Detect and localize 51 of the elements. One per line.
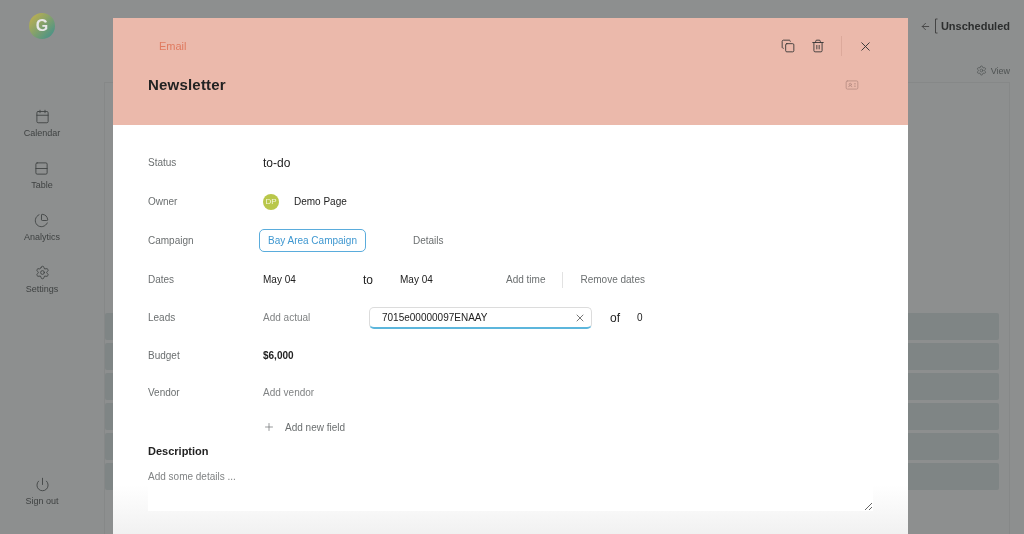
nav-label: Sign out	[25, 496, 59, 506]
description-heading: Description	[148, 445, 210, 457]
actual-leads-placeholder[interactable]: Add actual	[263, 312, 369, 323]
total-leads: 0	[637, 312, 643, 323]
field-label: Owner	[148, 196, 179, 207]
back-arrow-icon[interactable]	[919, 20, 931, 32]
nav-label: Calendar	[23, 128, 61, 138]
nav-label: Settings	[25, 284, 59, 294]
field-label: Leads	[148, 312, 177, 323]
field-label: Vendor	[148, 387, 181, 398]
bracket-icon	[933, 18, 938, 34]
table-icon	[34, 161, 50, 176]
unscheduled-title[interactable]: Unscheduled	[940, 20, 1010, 32]
of-text: of	[610, 310, 620, 325]
field-label: Status	[148, 157, 178, 168]
status-value: to-do	[263, 155, 292, 170]
nav-label: Table	[31, 180, 53, 190]
field-label: Budget	[148, 349, 181, 361]
nav-item[interactable]: Calendar	[23, 109, 61, 138]
sign-out-button[interactable]: Sign out	[25, 477, 59, 506]
modal-title: Newsletter	[148, 76, 226, 93]
description-field[interactable]: Add some details ...	[148, 471, 873, 511]
owner-name: Demo Page	[294, 196, 347, 207]
details-link[interactable]: Details	[412, 235, 444, 246]
calendar-icon	[34, 109, 50, 124]
nav-item[interactable]: Settings	[25, 265, 59, 294]
remove-dates-link[interactable]: Remove dates	[580, 274, 645, 285]
nav-label: Analytics	[24, 232, 60, 242]
gear-icon	[975, 65, 987, 76]
field-label: Dates	[148, 274, 176, 285]
campaign-id-field[interactable]: 7015e00000097ENAAY	[369, 306, 592, 329]
avatar: DP	[263, 193, 279, 210]
duplicate-button[interactable]	[781, 39, 795, 53]
vendor-placeholder[interactable]: Add vendor	[263, 387, 873, 398]
end-date[interactable]: May 04	[400, 274, 506, 285]
campaign-chip[interactable]: Bay Area Campaign	[259, 229, 366, 252]
delete-button[interactable]	[811, 39, 825, 53]
nav-item[interactable]: Table	[31, 161, 53, 190]
add-field-button[interactable]: Add new field	[263, 415, 873, 439]
date-separator: to	[363, 272, 374, 287]
budget-value: $6,000	[263, 349, 295, 361]
field-label: Campaign	[148, 235, 195, 246]
power-icon	[34, 477, 50, 492]
type-label: Email	[159, 40, 187, 52]
plus-icon	[263, 421, 275, 433]
logo[interactable]: G	[29, 13, 55, 39]
nav-item[interactable]: Analytics	[24, 213, 60, 242]
pie-chart-icon	[34, 213, 50, 228]
settings-icon	[34, 265, 50, 280]
add-time-link[interactable]: Add time	[506, 274, 546, 285]
start-date[interactable]: May 04	[263, 274, 363, 285]
